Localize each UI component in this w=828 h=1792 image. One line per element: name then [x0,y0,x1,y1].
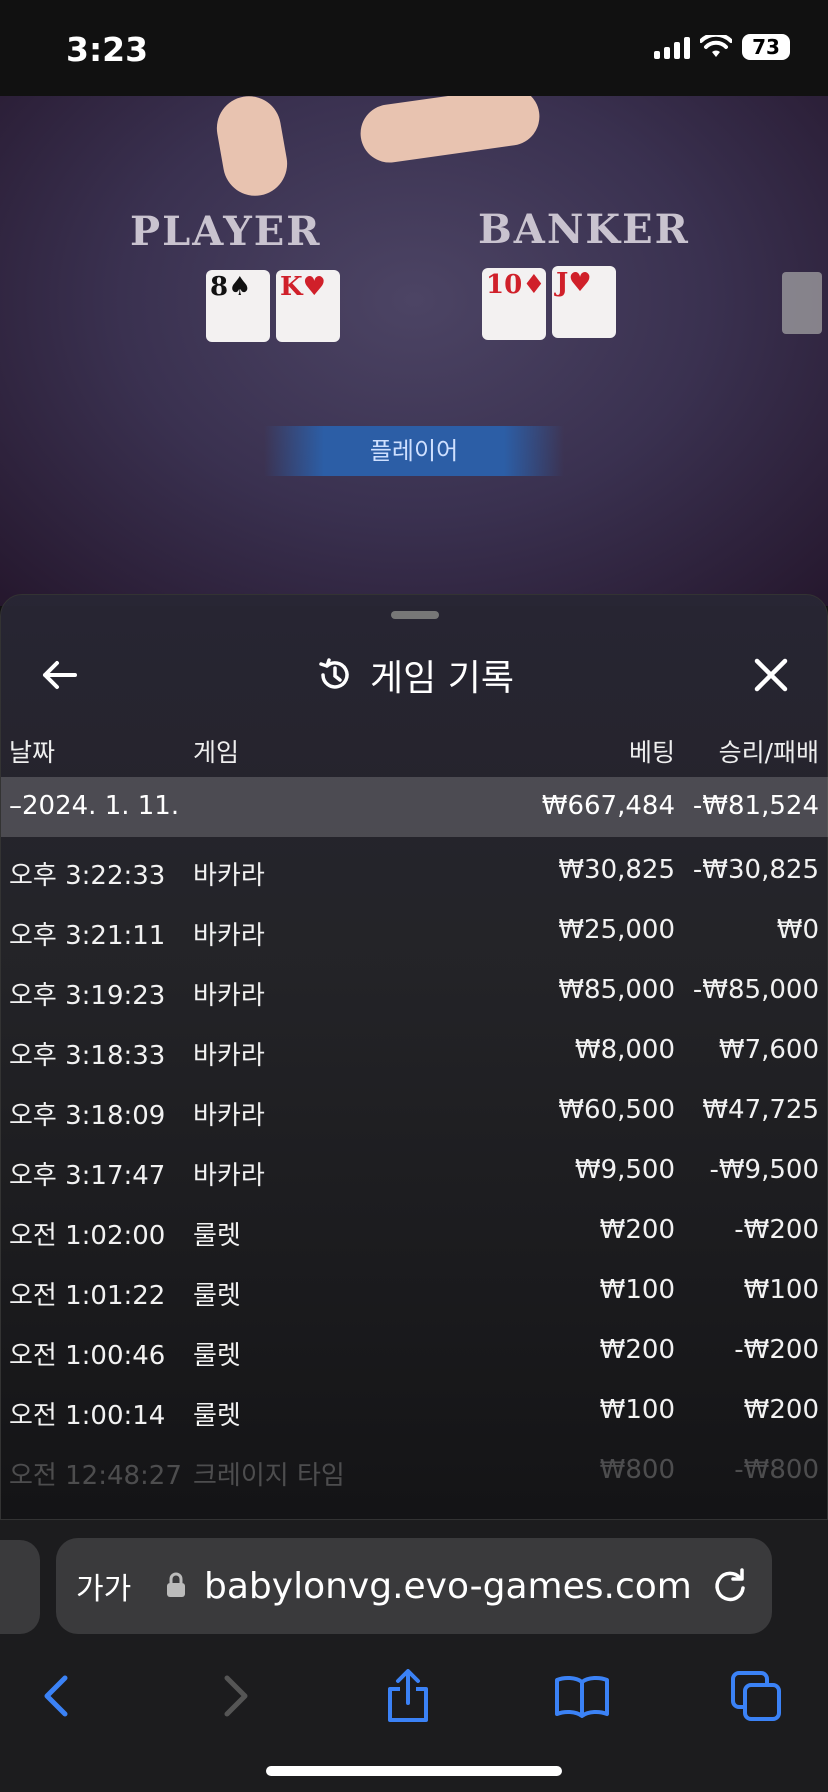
banker-label: BANKER [478,206,690,253]
summary-bet: ₩667,484 [541,791,675,821]
column-winloss[interactable]: 승리/패배 [719,733,819,769]
book-icon [555,1675,609,1718]
status-time: 3:23 [66,30,149,69]
result-banner: 플레이어 [264,426,564,476]
tabs-button[interactable] [726,1666,786,1726]
dealer-hand-left [211,96,293,201]
table-row[interactable]: 오전 1:02:00 룰렛 ₩200 -₩200 [1,1197,828,1257]
table-row[interactable]: 오후 3:17:47 바카라 ₩9,500 -₩9,500 [1,1137,828,1197]
bookmarks-button[interactable] [552,1666,612,1726]
summary-winloss: -₩81,524 [692,791,819,821]
chevron-left-icon [44,1675,68,1717]
back-nav-button[interactable] [26,1666,86,1726]
table-row[interactable]: 오후 3:18:09 바카라 ₩60,500 ₩47,725 [1,1077,828,1137]
drag-handle[interactable] [391,611,439,619]
history-rows: 오후 3:22:33 바카라 ₩30,825 -₩30,825 오후 3:21:… [1,837,828,1497]
history-icon [319,658,349,689]
browser-chrome: 가가 babylonvg.evo-games.com [0,1520,828,1792]
panel-title: 게임 기록 [370,658,514,699]
address-bar[interactable]: 가가 babylonvg.evo-games.com [56,1538,772,1634]
date-summary-row[interactable]: –2024. 1. 11. ₩667,484 -₩81,524 [1,777,828,837]
share-button[interactable] [378,1666,438,1726]
home-indicator[interactable] [266,1766,562,1776]
table-row[interactable]: 오후 3:21:11 바카라 ₩25,000 ₩0 [1,897,828,957]
reload-icon[interactable] [708,1564,752,1608]
player-card-1: 8♠ [206,270,270,342]
player-card-2: K♥ [276,270,340,342]
table-row[interactable]: 오전 12:48:27 크레이지 타임 ₩800 -₩800 [1,1437,828,1497]
cellular-signal-icon [654,35,690,59]
player-label: PLAYER [130,208,322,255]
status-icons: 73 [654,34,790,60]
previous-tab-stub[interactable] [0,1540,40,1634]
lock-icon [167,1572,185,1597]
banker-card-1: 10♦ [482,268,546,340]
table-row[interactable]: 오전 1:00:46 룰렛 ₩200 -₩200 [1,1317,828,1377]
panel-header: 게임 기록 [1,635,828,715]
game-history-panel: 게임 기록 날짜 게임 베팅 승리/패배 –2024. 1. 11. ₩667,… [0,594,828,1520]
table-row[interactable]: 오후 3:22:33 바카라 ₩30,825 -₩30,825 [1,837,828,897]
browser-toolbar [0,1648,828,1748]
table-row[interactable]: 오후 3:19:23 바카라 ₩85,000 -₩85,000 [1,957,828,1017]
panel-title-group: 게임 기록 [1,635,828,715]
table-row[interactable]: 오전 1:01:22 룰렛 ₩100 ₩100 [1,1257,828,1317]
close-button[interactable] [741,645,801,705]
battery-icon: 73 [742,34,790,60]
column-date[interactable]: 날짜 [9,733,55,769]
summary-date: –2024. 1. 11. [9,791,180,821]
table-header: 날짜 게임 베팅 승리/패배 [1,727,828,771]
chevron-right-icon [224,1675,248,1717]
live-game-video: PLAYER BANKER 8♠ K♥ 10♦ J♥ 플레이어 [0,96,828,606]
close-icon [754,658,788,692]
banker-card-2: J♥ [552,266,616,338]
status-bar: 3:23 73 [0,0,828,96]
text-size-button[interactable]: 가가 [76,1564,131,1608]
wifi-icon [700,35,732,57]
forward-nav-button[interactable] [206,1666,266,1726]
dealer-hand-right [356,96,544,167]
card-shoe [782,272,822,334]
column-bet[interactable]: 베팅 [629,733,675,769]
table-row[interactable]: 오전 1:00:14 룰렛 ₩100 ₩200 [1,1377,828,1437]
column-game[interactable]: 게임 [193,733,239,769]
table-row[interactable]: 오후 3:18:33 바카라 ₩8,000 ₩7,600 [1,1017,828,1077]
url-text[interactable]: babylonvg.evo-games.com [204,1566,692,1607]
tabs-icon [731,1671,781,1721]
share-icon [388,1669,428,1722]
